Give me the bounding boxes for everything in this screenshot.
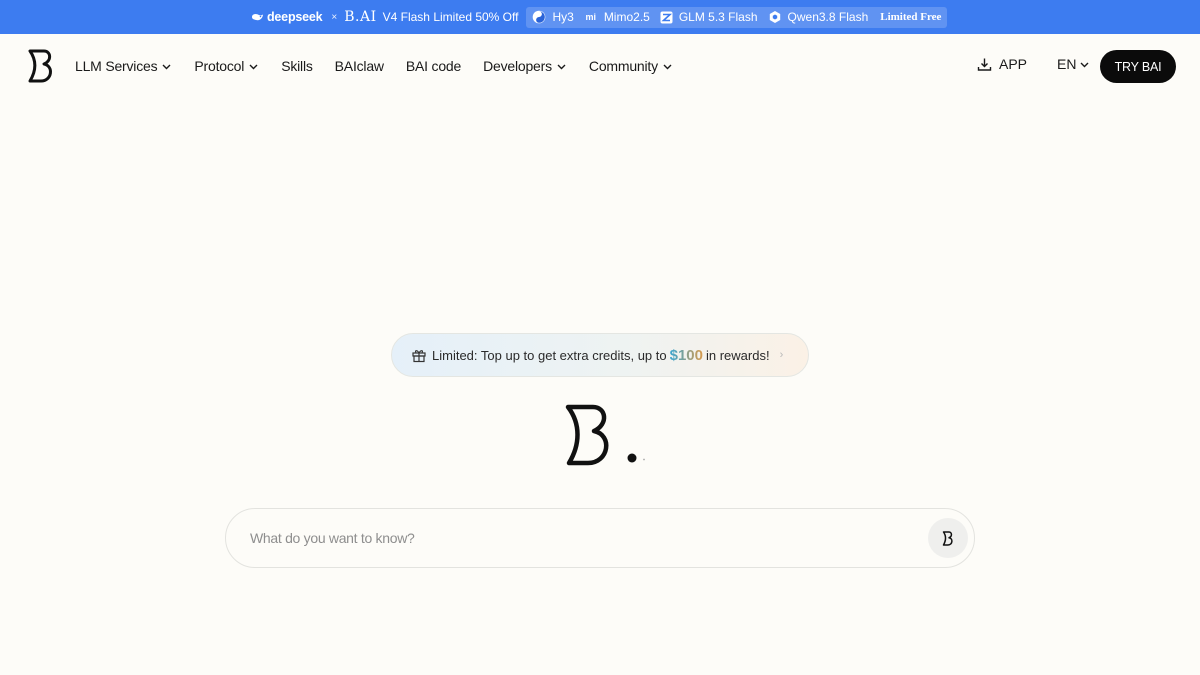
chevron-right-icon: ›	[779, 349, 784, 361]
promo-offer: V4 Flash Limited 50% Off	[382, 10, 519, 24]
model-qwen-label: Qwen3.8 Flash	[787, 10, 869, 24]
nav-skills[interactable]: Skills	[281, 58, 313, 74]
model-mimo: mi Mimo2.5	[584, 10, 650, 24]
chevron-down-icon	[663, 64, 672, 69]
limited-free-label: Limited Free	[880, 11, 942, 23]
nav-developers-label: Developers	[483, 58, 552, 74]
bai-hero-logo-icon	[565, 404, 645, 466]
nav-bai-code-label: BAI code	[405, 58, 462, 74]
model-qwen: Qwen3.8 Flash	[768, 10, 869, 24]
nav-bai-code[interactable]: BAI code	[406, 58, 461, 74]
app-download-link[interactable]: APP	[977, 56, 1027, 72]
hunyuan-icon	[533, 10, 546, 24]
zhipu-icon	[660, 11, 673, 23]
nav-protocol-label: Protocol	[194, 58, 245, 74]
nav-llm-services[interactable]: LLM Services	[75, 58, 172, 74]
nav-community-label: Community	[588, 58, 658, 74]
bai-logo-icon[interactable]	[27, 49, 55, 83]
reward-amount: $100	[669, 346, 703, 364]
try-bai-button[interactable]: TRY BAI	[1100, 50, 1176, 83]
language-selector[interactable]: EN	[1057, 56, 1090, 72]
nav-community[interactable]: Community	[589, 58, 673, 74]
deepseek-brand: deepseek	[251, 10, 323, 24]
nav-llm-services-label: LLM Services	[75, 58, 158, 74]
chevron-down-icon	[1080, 62, 1089, 67]
nav-protocol[interactable]: Protocol	[194, 58, 259, 74]
model-mimo-label: Mimo2.5	[603, 10, 650, 24]
model-hy3: Hy3	[532, 10, 574, 24]
deepseek-label: deepseek	[267, 10, 323, 24]
reward-banner[interactable]: Limited: Top up to get extra credits, up…	[391, 333, 809, 377]
qwen-icon	[769, 11, 780, 23]
reward-suffix: in rewards!	[706, 347, 770, 363]
nav-skills-label: Skills	[281, 58, 313, 74]
model-glm-label: GLM 5.3 Flash	[678, 10, 758, 24]
nav-developers[interactable]: Developers	[483, 58, 567, 74]
main-menu: LLM Services Protocol Skills BAIclaw BAI…	[75, 56, 695, 76]
deepseek-whale-icon	[252, 13, 263, 21]
ask-search-box[interactable]	[225, 508, 975, 568]
nav-baiclaw-label: BAIclaw	[334, 58, 384, 74]
submit-button[interactable]	[928, 518, 968, 558]
download-icon	[977, 58, 992, 71]
model-hy3-label: Hy3	[552, 10, 574, 24]
ask-input[interactable]	[250, 530, 910, 546]
model-glm: GLM 5.3 Flash	[660, 10, 758, 24]
language-label: EN	[1057, 56, 1077, 72]
chevron-down-icon	[557, 64, 566, 69]
collab-separator: ×	[331, 11, 338, 23]
top-navigation: LLM Services Protocol Skills BAIclaw BAI…	[0, 34, 1200, 98]
chevron-down-icon	[162, 64, 171, 69]
bai-logo-icon	[942, 530, 953, 546]
gift-icon	[412, 350, 426, 363]
xiaomi-icon: mi	[585, 12, 597, 22]
bai-brand: B.AI	[344, 9, 377, 25]
promo-content[interactable]: deepseek × B.AI V4 Flash Limited 50% Off…	[251, 6, 948, 28]
nav-baiclaw[interactable]: BAIclaw	[335, 58, 384, 74]
promo-banner[interactable]: deepseek × B.AI V4 Flash Limited 50% Off…	[0, 0, 1200, 34]
reward-prefix: Limited: Top up to get extra credits, up…	[432, 347, 667, 363]
chevron-down-icon	[249, 64, 258, 69]
app-label: APP	[999, 56, 1028, 72]
free-models-pill[interactable]: Hy3 mi Mimo2.5 GLM 5.3 Flash Qwen3.8 Fla…	[526, 6, 948, 28]
